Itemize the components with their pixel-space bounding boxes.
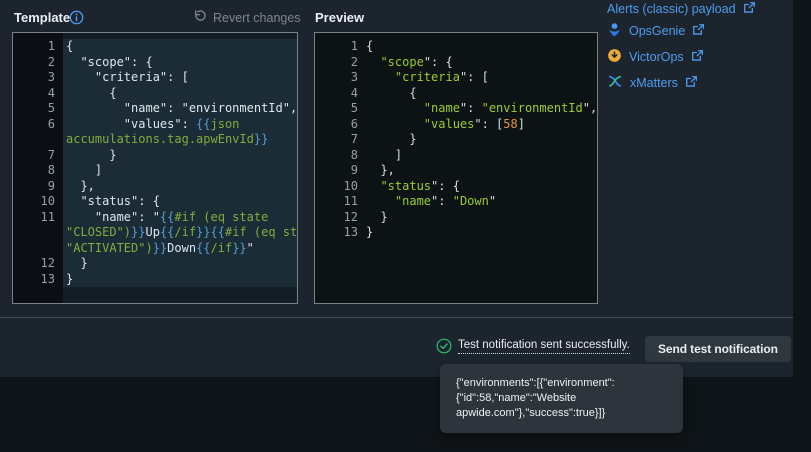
victorops-icon — [607, 48, 622, 66]
success-check-icon — [436, 338, 452, 354]
opsgenie-icon — [607, 22, 622, 40]
revert-icon — [193, 9, 207, 26]
link-alerts-classic-payload-label: Alerts (classic) payload — [607, 2, 736, 16]
code-line: 10 "status": { — [315, 179, 597, 195]
link-alerts-classic-payload[interactable]: Alerts (classic) payload — [607, 0, 756, 17]
code-line: 5 "name": "environmentId", — [13, 101, 297, 117]
send-test-notification-button[interactable]: Send test notification — [645, 336, 791, 362]
code-line: 13} — [315, 225, 597, 241]
code-line: 1{ — [13, 39, 297, 55]
link-xmatters-label: xMatters — [630, 76, 678, 90]
link-victorops-label: VictorOps — [629, 50, 684, 64]
preview-code-viewer: 1{2 "scope": {3 "criteria": [4 {5 "name"… — [314, 32, 598, 304]
code-line: 6 "values": {{json — [13, 117, 297, 133]
code-line: 7 } — [13, 148, 297, 164]
preview-section-title: Preview — [315, 10, 364, 25]
revert-changes-button[interactable]: Revert changes — [193, 9, 301, 26]
code-line: "ACTIVATED")}}Down{{/if}}" — [13, 241, 297, 257]
code-line: 4 { — [13, 86, 297, 102]
code-line: 13} — [13, 272, 297, 288]
code-line: 3 "criteria": [ — [315, 70, 597, 86]
template-code-lines: 1{2 "scope": {3 "criteria": [4 {5 "name"… — [13, 33, 297, 287]
code-line: accumulations.tag.apwEnvId}} — [13, 132, 297, 148]
notification-settings-panel: Template Revert changes Preview 1{2 "sco… — [0, 0, 793, 377]
external-link-icon — [743, 1, 756, 17]
link-opsgenie-label: OpsGenie — [629, 24, 685, 38]
info-icon[interactable] — [69, 10, 84, 25]
tooltip-line: {"environments":[{"environment": — [456, 376, 667, 391]
code-line: 12 } — [315, 210, 597, 226]
link-victorops[interactable]: VictorOps — [607, 48, 704, 65]
code-line: 4 { — [315, 86, 597, 102]
code-line: 2 "scope": { — [13, 55, 297, 71]
code-line: 11 "name": "Down" — [315, 194, 597, 210]
code-line: 8 ] — [13, 163, 297, 179]
tooltip-line: {"id":58,"name":"Website — [456, 391, 667, 406]
preview-code-lines: 1{2 "scope": {3 "criteria": [4 {5 "name"… — [315, 33, 597, 241]
code-line: 2 "scope": { — [315, 55, 597, 71]
code-line: "CLOSED")}}Up{{/if}}{{#if (eq state — [13, 225, 297, 241]
code-line: 9 }, — [315, 163, 597, 179]
revert-changes-label: Revert changes — [213, 11, 301, 25]
code-line: 9 }, — [13, 179, 297, 195]
external-link-icon — [692, 23, 705, 39]
code-line: 6 "values": [58] — [315, 117, 597, 133]
link-opsgenie[interactable]: OpsGenie — [607, 22, 705, 39]
code-line: 11 "name": "{{#if (eq state — [13, 210, 297, 226]
xmatters-icon — [607, 74, 623, 92]
code-line: 5 "name": "environmentId", — [315, 101, 597, 117]
test-response-tooltip: {"environments":[{"environment": {"id":5… — [440, 364, 683, 433]
code-line: 1{ — [315, 39, 597, 55]
external-link-icon — [691, 49, 704, 65]
link-xmatters[interactable]: xMatters — [607, 74, 698, 91]
external-link-icon — [685, 75, 698, 91]
code-line: 3 "criteria": [ — [13, 70, 297, 86]
template-code-editor[interactable]: 1{2 "scope": {3 "criteria": [4 {5 "name"… — [12, 32, 298, 304]
code-line: 7 } — [315, 132, 597, 148]
template-section-title: Template — [14, 10, 70, 25]
code-line: 10 "status": { — [13, 194, 297, 210]
tooltip-line: apwide.com"},"success":true}]} — [456, 406, 667, 421]
footer-divider — [0, 317, 793, 318]
test-notification-status-message[interactable]: Test notification sent successfully. — [458, 339, 630, 354]
code-line: 8 ] — [315, 148, 597, 164]
code-line: 12 } — [13, 256, 297, 272]
